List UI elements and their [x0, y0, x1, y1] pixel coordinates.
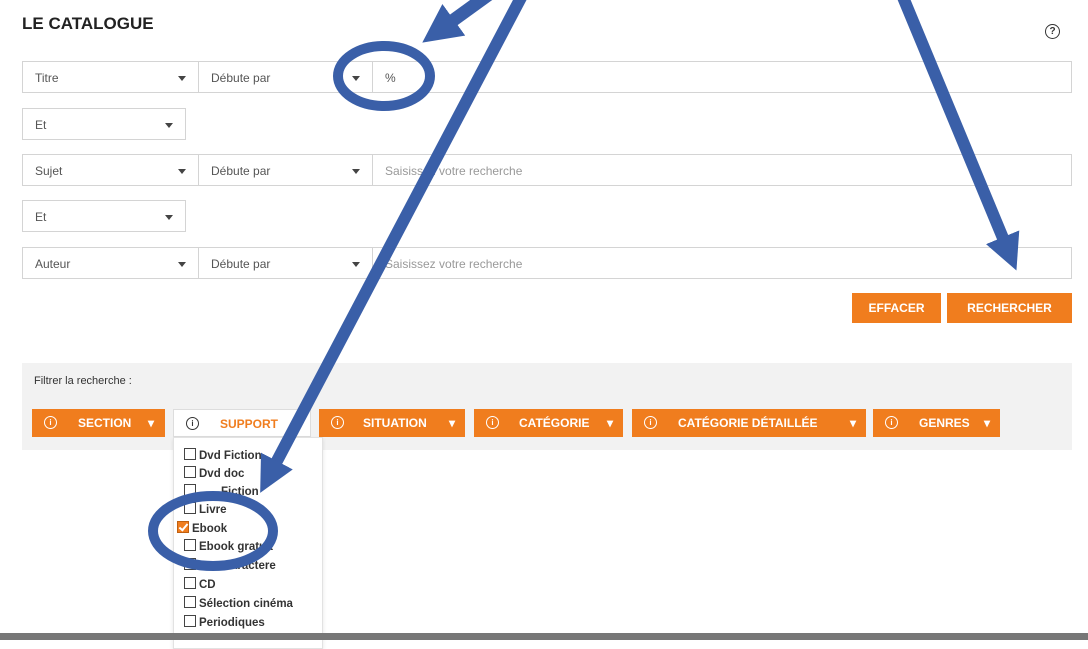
support-option-label: Periodiques [199, 617, 265, 629]
filter-label: Filtrer la recherche : [34, 375, 132, 387]
facet-categorie[interactable]: i CATÉGORIE ▾ [474, 409, 623, 437]
chevron-down-icon [165, 123, 173, 128]
field-select-1[interactable]: Titre [22, 61, 199, 93]
support-option-label: s caractere [215, 560, 276, 572]
field-select-2-value: Sujet [35, 164, 63, 178]
info-icon: i [486, 416, 499, 429]
chevron-down-icon [178, 76, 186, 81]
info-icon: i [644, 416, 657, 429]
support-option-cd[interactable]: CD [184, 577, 216, 595]
help-icon[interactable]: ? [1045, 24, 1060, 39]
operator-select-1-value: Débute par [211, 71, 271, 85]
checkbox[interactable] [184, 502, 196, 514]
search-input-1[interactable]: % [372, 61, 1072, 93]
chevron-down-icon [352, 76, 360, 81]
caret-down-icon: ▾ [850, 416, 857, 430]
support-option-ebook[interactable]: Ebook [177, 521, 227, 539]
support-option-selection-cinema[interactable]: Sélection cinéma [184, 596, 293, 614]
facet-section-label: SECTION [78, 416, 132, 430]
search-input-3-placeholder: Saisissez votre recherche [385, 257, 523, 271]
chevron-down-icon [352, 169, 360, 174]
caret-down-icon: ▾ [984, 416, 991, 430]
chevron-down-icon [165, 215, 173, 220]
support-option-label: Ebook gratuit [199, 541, 274, 553]
support-option-caractere[interactable]: s caractere [184, 558, 276, 576]
facet-categorie-label: CATÉGORIE [519, 416, 590, 430]
support-option-livre[interactable]: Livre [184, 502, 227, 520]
facet-categorie-detaillee[interactable]: i CATÉGORIE DÉTAILLÉE ▾ [632, 409, 866, 437]
facet-support[interactable]: i SUPPORT [173, 409, 311, 437]
support-option-dvd-doc[interactable]: Dvd doc [184, 466, 244, 484]
conjunction-select-2-value: Et [35, 210, 47, 224]
field-select-1-value: Titre [35, 71, 59, 85]
search-input-1-value: % [385, 71, 396, 85]
checkbox[interactable] [184, 448, 196, 460]
checkbox-checked[interactable] [177, 521, 189, 533]
checkbox[interactable] [184, 539, 196, 551]
conjunction-select-1-value: Et [35, 118, 47, 132]
facet-categorie-detaillee-label: CATÉGORIE DÉTAILLÉE [678, 416, 818, 430]
support-option-label: Livre [199, 504, 227, 516]
checkbox[interactable] [184, 615, 196, 627]
annotation-arrow [897, 0, 1020, 271]
search-button[interactable]: RECHERCHER [947, 293, 1072, 323]
support-option-label: CD [199, 579, 216, 591]
operator-select-2-value: Débute par [211, 164, 271, 178]
checkbox[interactable] [184, 577, 196, 589]
support-option-fiction[interactable]: Fiction [184, 484, 259, 502]
info-icon: i [186, 417, 199, 430]
facet-genres-label: GENRES [919, 416, 970, 430]
support-option-ebook-gratuit[interactable]: Ebook gratuit [184, 539, 273, 557]
caret-down-icon: ▾ [607, 416, 614, 430]
facet-section[interactable]: i SECTION ▾ [32, 409, 165, 437]
checkbox[interactable] [184, 596, 196, 608]
conjunction-select-2[interactable]: Et [22, 200, 186, 232]
support-option-label: Fiction [221, 486, 259, 498]
chevron-down-icon [178, 262, 186, 267]
support-option-label: Dvd doc [199, 468, 245, 480]
operator-select-3-value: Débute par [211, 257, 271, 271]
checkbox[interactable] [184, 558, 196, 570]
support-dropdown: Dvd Fiction Dvd doc Fiction Livre Ebook … [173, 437, 323, 649]
support-option-periodiques[interactable]: Periodiques [184, 615, 265, 633]
facet-support-label: SUPPORT [220, 417, 279, 431]
info-icon: i [885, 416, 898, 429]
search-input-2[interactable]: Saisissez votre recherche [372, 154, 1072, 186]
checkbox[interactable] [184, 466, 196, 478]
support-option-dvd-fiction[interactable]: Dvd Fiction [184, 448, 262, 466]
clear-button[interactable]: EFFACER [852, 293, 941, 323]
support-option-label: Dvd Fiction [199, 450, 262, 462]
bottom-bar [0, 633, 1088, 640]
operator-select-2[interactable]: Débute par [198, 154, 373, 186]
support-option-label: Ebook [192, 523, 228, 535]
search-input-3[interactable]: Saisissez votre recherche [372, 247, 1072, 279]
chevron-down-icon [178, 169, 186, 174]
operator-select-1[interactable]: Débute par [198, 61, 373, 93]
field-select-3[interactable]: Auteur [22, 247, 199, 279]
conjunction-select-1[interactable]: Et [22, 108, 186, 140]
chevron-down-icon [352, 262, 360, 267]
page-title: LE CATALOGUE [22, 14, 154, 33]
search-input-2-placeholder: Saisissez votre recherche [385, 164, 523, 178]
support-option-label: Sélection cinéma [199, 598, 293, 610]
field-select-3-value: Auteur [35, 257, 71, 271]
operator-select-3[interactable]: Débute par [198, 247, 373, 279]
annotation-arrow [422, 0, 493, 43]
field-select-2[interactable]: Sujet [22, 154, 199, 186]
info-icon: i [44, 416, 57, 429]
facet-situation[interactable]: i SITUATION ▾ [319, 409, 465, 437]
facet-genres[interactable]: i GENRES ▾ [873, 409, 1000, 437]
facet-situation-label: SITUATION [363, 416, 427, 430]
caret-down-icon: ▾ [148, 416, 155, 430]
info-icon: i [331, 416, 344, 429]
checkbox[interactable] [184, 484, 196, 496]
caret-down-icon: ▾ [449, 416, 456, 430]
